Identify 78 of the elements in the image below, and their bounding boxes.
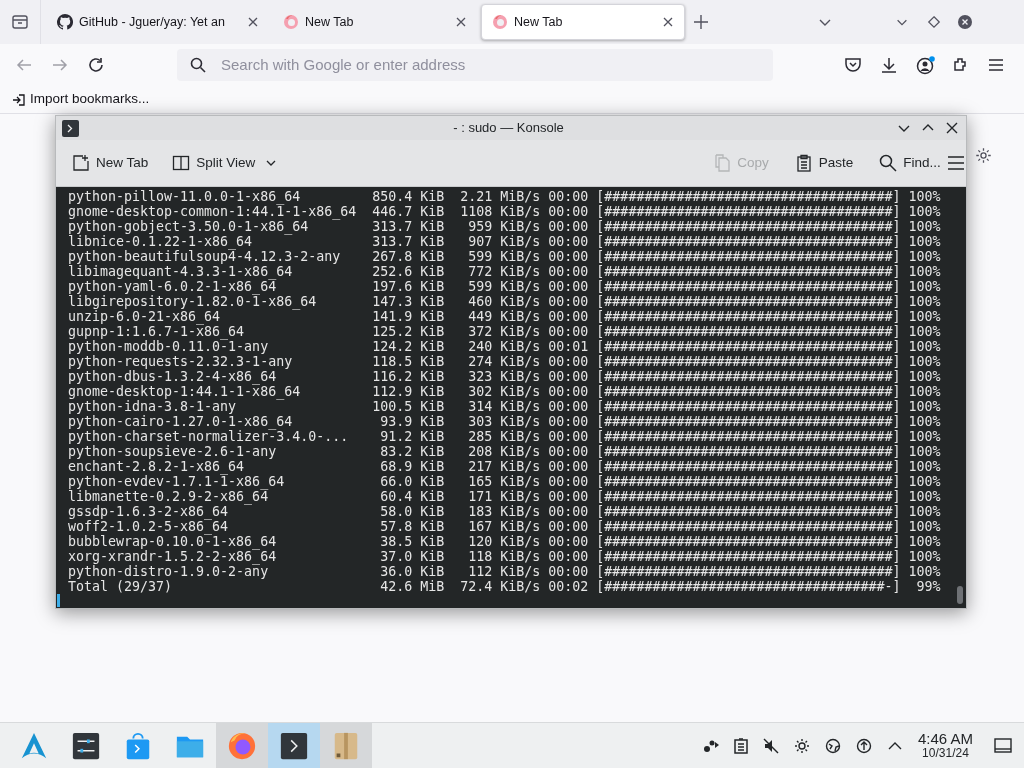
clipboard-icon[interactable] [733, 737, 748, 754]
new-tab-icon[interactable] [693, 14, 709, 30]
terminal-line: bubblewrap-0.10.0-1-x86_64 38.5 KiB 120 KiB/s 00:00 [####################################] 100% [68, 534, 942, 549]
terminal-line: enchant-2.8.2-1-x86_64 68.9 KiB 217 KiB/s 00:00 [####################################] 100% [68, 459, 942, 474]
terminal-line: python-evdev-1.7.1-1-x86_64 66.0 KiB 165 KiB/s 00:00 [####################################] 100% [68, 474, 942, 489]
tab-title: GitHub - Jguer/yay: Yet an [79, 13, 226, 31]
terminal-line: gnome-desktop-1:44.1-1-x86_64 112.9 KiB 302 KiB/s 00:00 [####################################] 100% [68, 384, 942, 399]
scrollbar[interactable] [957, 586, 963, 604]
close-icon[interactable] [455, 16, 467, 28]
close-icon[interactable] [247, 16, 259, 28]
terminal-icon [62, 119, 79, 137]
terminal-line: python-pillow-11.0.0-1-x86_64 850.4 KiB 2.21 MiB/s 00:00 [####################################] 100% [68, 189, 942, 204]
taskbar-item[interactable] [268, 722, 320, 768]
terminal-line: libnice-0.1.22-1-x86_64 313.7 KiB 907 KiB/s 00:00 [####################################] 100% [68, 234, 942, 249]
copy-icon [713, 154, 732, 172]
tab-manager-icon[interactable] [11, 13, 29, 31]
show-desktop-icon[interactable] [994, 736, 1012, 755]
paste-icon [794, 154, 813, 172]
window-title: - : sudo — Konsole [453, 119, 564, 138]
split-view-icon [172, 154, 191, 172]
find-button[interactable]: Find... [873, 148, 947, 178]
terminal-line: unzip-6.0-21-x86_64 141.9 KiB 449 KiB/s 00:00 [####################################] 100% [68, 309, 942, 324]
update-icon[interactable] [855, 737, 872, 754]
terminal-line: python-distro-1.9.0-2-any 36.0 KiB 112 KiB/s 00:00 [####################################] 100% [68, 564, 942, 579]
pocket-icon[interactable] [844, 56, 862, 74]
browser-tab[interactable]: GitHub - Jguer/yay: Yet an [47, 4, 269, 40]
clock-date[interactable]: 10/31/24 [922, 745, 969, 761]
terminal-line: gssdp-1.6.3-2-x86_64 58.0 KiB 183 KiB/s 00:00 [####################################] 100% [68, 504, 942, 519]
search-icon [879, 154, 898, 172]
terminal-line: python-idna-3.8-1-any 100.5 KiB 314 KiB/s 00:00 [####################################] 100% [68, 399, 942, 414]
search-icon [190, 57, 206, 73]
cat-logo-icon [57, 14, 73, 30]
import-icon [12, 92, 26, 107]
split-view-button[interactable]: Split View [166, 148, 284, 178]
import-bookmarks-button[interactable]: Import bookmarks... [12, 89, 150, 110]
terminal-line: gupnp-1:1.6.7-1-x86_64 125.2 KiB 372 KiB/s 00:00 [####################################] 100% [68, 324, 942, 339]
new-tab-button[interactable]: New Tab [66, 148, 155, 178]
terminal-line: libmanette-0.2.9-2-x86_64 60.4 KiB 171 KiB/s 00:00 [####################################] 100% [68, 489, 942, 504]
terminal-line: python-charset-normalizer-3.4.0-... 91.2 KiB 285 KiB/s 00:00 [####################################] 100% [68, 429, 942, 444]
brightness-icon[interactable] [793, 737, 810, 754]
address-bar[interactable]: Search with Google or enter address [177, 49, 773, 81]
firefox-icon [227, 730, 257, 761]
browser-icon [492, 14, 508, 30]
close-icon[interactable] [957, 14, 973, 30]
terminal-line: woff2-1.0.2-5-x86_64 57.8 KiB 167 KiB/s 00:00 [####################################] 100% [68, 519, 942, 534]
browser-icon [283, 14, 299, 30]
sliders-icon [71, 730, 101, 761]
terminal-line: gnome-desktop-common-1:44.1-1-x86_64 446.7 KiB 1108 KiB/s 00:00 [####################################] 100% [68, 204, 942, 219]
close-icon[interactable] [662, 16, 674, 28]
terminal-icon [279, 730, 309, 761]
maximize-icon[interactable] [927, 15, 941, 29]
tab-title: New Tab [514, 13, 564, 31]
download-icon[interactable] [880, 56, 898, 74]
terminal-line: python-soupsieve-2.6-1-any 83.2 KiB 208 KiB/s 00:00 [####################################] 100% [68, 444, 942, 459]
close-icon[interactable] [946, 122, 958, 134]
menu-icon[interactable] [988, 57, 1004, 73]
new-tab-icon [72, 154, 90, 172]
terminal-line: Total (29/37) 42.6 MiB 72.4 KiB/s 00:02 [###################################-] 99% [68, 579, 942, 594]
terminal-line: libgirepository-1.82.0-1-x86_64 147.3 KiB 460 KiB/s 00:00 [####################################] 100% [68, 294, 942, 309]
tab-title: New Tab [305, 13, 355, 31]
terminal-line: libimagequant-4.3.3-1-x86_64 252.6 KiB 772 KiB/s 00:00 [####################################] 100% [68, 264, 942, 279]
paste-button[interactable]: Paste [788, 148, 860, 178]
browser-tab[interactable]: New Tab [481, 4, 685, 40]
terminal-line: xorg-xrandr-1.5.2-2-x86_64 37.0 KiB 118 KiB/s 00:00 [####################################] 100% [68, 549, 942, 564]
terminal-line: python-gobject-3.50.0-1-x86_64 313.7 KiB 959 KiB/s 00:00 [####################################] 100% [68, 219, 942, 234]
clock-time[interactable]: 4:46 AM [917, 730, 973, 746]
terminal-line: python-beautifulsoup4-4.12.3-2-any 267.8 KiB 599 KiB/s 00:00 [####################################] 100% [68, 249, 942, 264]
terminal-line: python-cairo-1.27.0-1-x86_64 93.9 KiB 303 KiB/s 00:00 [####################################] 100% [68, 414, 942, 429]
terminal-line: python-dbus-1.3.2-4-x86_64 116.2 KiB 323 KiB/s 00:00 [####################################] 100% [68, 369, 942, 384]
terminal-line: python-moddb-0.11.0-1-any 124.2 KiB 240 KiB/s 00:01 [####################################] 100% [68, 339, 942, 354]
browser-tab[interactable]: New Tab [273, 4, 477, 40]
muted-speaker-icon[interactable] [762, 737, 779, 754]
text-cursor [57, 594, 60, 607]
account-icon[interactable] [916, 55, 936, 75]
reload-icon[interactable] [87, 56, 105, 74]
terminal-line: python-yaml-6.0.2-1-x86_64 197.6 KiB 599 KiB/s 00:00 [####################################] 100% [68, 279, 942, 294]
menu-icon[interactable] [946, 155, 965, 171]
terminal-line: python-requests-2.32.3-1-any 118.5 KiB 274 KiB/s 00:00 [####################################] 100% [68, 354, 942, 369]
